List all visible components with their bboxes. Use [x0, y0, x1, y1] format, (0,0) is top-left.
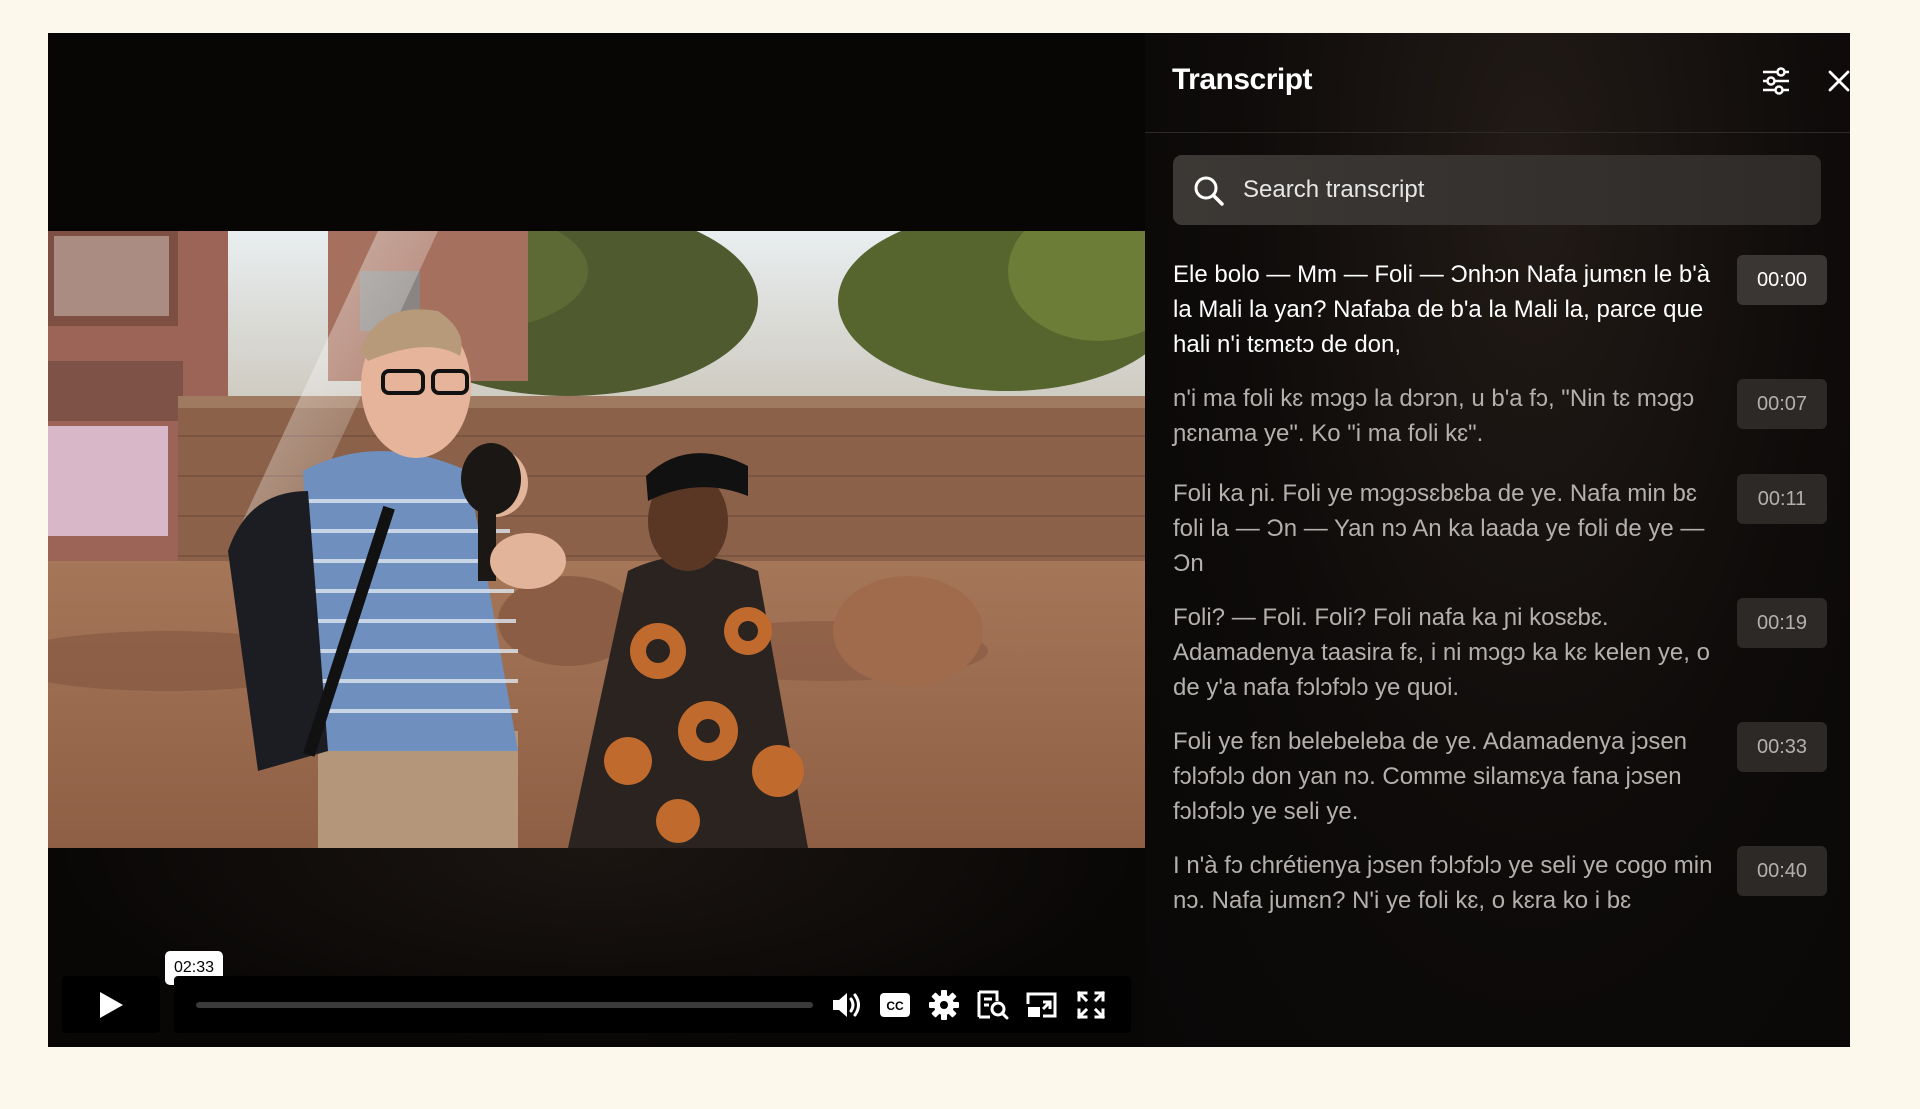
transcript-timestamp-button[interactable]: 00:00 [1737, 255, 1827, 305]
transcript-entry[interactable]: Foli? — Foli. Foli? Foli nafa ka ɲi kosɛ… [1145, 586, 1850, 706]
transcript-timestamp-button[interactable]: 00:19 [1737, 598, 1827, 648]
transcript-entries: Ele bolo — Mm — Foli — Ɔnhɔn Nafa jumɛn … [1145, 243, 1850, 1047]
transcript-entry-text: Foli ye fɛn belebeleba de ye. Adamadenya… [1173, 728, 1688, 825]
fullscreen-button[interactable] [1073, 988, 1109, 1022]
picture-in-picture-button[interactable] [1024, 988, 1060, 1022]
volume-icon [833, 993, 860, 1017]
settings-button[interactable] [926, 988, 962, 1022]
transcript-entry[interactable]: I n'à fɔ chrétienya jɔsen fɔlɔfɔlɔ ye se… [1145, 834, 1850, 954]
captions-button[interactable]: CC [877, 988, 913, 1022]
transcript-entry-text: Foli? — Foli. Foli? Foli nafa ka ɲi kosɛ… [1173, 604, 1710, 701]
transcript-panel: Transcript Search transcript Ele bolo — … [1145, 33, 1850, 1047]
transcript-search-input[interactable] [1243, 155, 1803, 225]
close-icon [1828, 70, 1850, 92]
transcript-entry[interactable]: Foli ye fɛn belebeleba de ye. Adamadenya… [1145, 710, 1850, 830]
transcript-entry-text: Foli ka ɲi. Foli ye mɔgɔsɛbɛba de ye. Na… [1173, 480, 1705, 577]
progress-bar[interactable] [196, 1002, 813, 1008]
closed-captions-icon: CC [880, 993, 910, 1017]
captions-label: CC [886, 999, 904, 1013]
transcript-timestamp-button[interactable]: 00:11 [1737, 474, 1827, 524]
transcript-entry-text: Ele bolo — Mm — Foli — Ɔnhɔn Nafa jumɛn … [1173, 261, 1711, 358]
play-button[interactable] [62, 976, 160, 1033]
transcript-entry[interactable]: Foli ka ɲi. Foli ye mɔgɔsɛbɛba de ye. Na… [1145, 462, 1850, 582]
volume-button[interactable] [828, 988, 864, 1022]
video-player: 02:33 CC Transcript Search transcript El… [48, 33, 1850, 1047]
transcript-title: Transcript [1172, 63, 1313, 96]
tooltip-time: 02:33 [173, 959, 215, 976]
transcript-search-box[interactable] [1173, 155, 1821, 225]
video-frame[interactable] [48, 231, 1145, 848]
video-area[interactable]: 02:33 CC [48, 33, 1145, 1047]
transcript-entry[interactable]: Ele bolo — Mm — Foli — Ɔnhɔn Nafa jumɛn … [1145, 243, 1850, 363]
transcript-timestamp-button[interactable]: 00:07 [1737, 379, 1827, 429]
picture-in-picture-icon [1026, 992, 1057, 1018]
transcript-entry-text: n'i ma foli kɛ mɔgɔ la dɔrɔn, u b'a fɔ, … [1173, 385, 1695, 447]
transcript-timestamp-button[interactable]: 00:40 [1737, 846, 1827, 896]
sliders-icon [1763, 67, 1789, 95]
transcript-close-button[interactable] [1819, 61, 1850, 101]
transcript-settings-button[interactable] [1756, 61, 1796, 101]
play-icon [100, 991, 123, 1018]
transcript-header: Transcript [1145, 33, 1850, 133]
gear-icon [929, 990, 959, 1020]
fullscreen-icon [1076, 990, 1106, 1020]
transcript-entry-text: I n'à fɔ chrétienya jɔsen fɔlɔfɔlɔ ye se… [1173, 852, 1713, 914]
transcript-search-icon [977, 990, 1009, 1020]
transcript-timestamp-button[interactable]: 00:33 [1737, 722, 1827, 772]
search-icon [1194, 176, 1224, 206]
control-bar: CC [174, 976, 1131, 1033]
video-scene [48, 231, 1145, 848]
transcript-toggle-button[interactable] [975, 988, 1011, 1022]
